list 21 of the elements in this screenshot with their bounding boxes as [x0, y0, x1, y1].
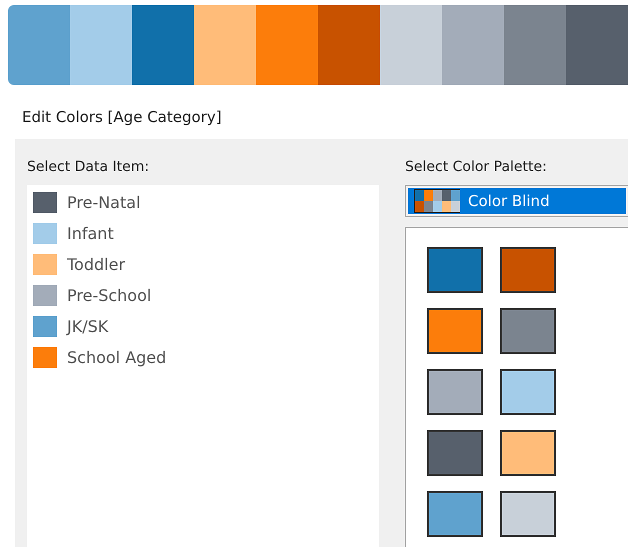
- data-item[interactable]: School Aged: [67, 346, 166, 370]
- data-item[interactable]: JK/SK: [67, 314, 108, 338]
- data-item[interactable]: Toddler: [67, 252, 126, 276]
- color-swatch[interactable]: [500, 247, 556, 293]
- color-swatch[interactable]: [427, 308, 483, 354]
- palette-dropdown[interactable]: Color Blind: [405, 185, 628, 217]
- data-item[interactable]: Pre-Natal: [67, 190, 141, 214]
- palette-label: Select Color Palette:: [405, 158, 548, 177]
- color-swatch[interactable]: [427, 430, 483, 476]
- color-swatch[interactable]: [500, 308, 556, 354]
- color-swatch[interactable]: [500, 369, 556, 415]
- color-swatch[interactable]: [427, 369, 483, 415]
- color-swatch[interactable]: [427, 491, 483, 537]
- color-swatch[interactable]: [500, 491, 556, 537]
- color-swatch[interactable]: [427, 247, 483, 293]
- data-item-label: Select Data Item:: [27, 158, 150, 177]
- color-swatch[interactable]: [500, 430, 556, 476]
- data-item[interactable]: Infant: [67, 222, 114, 246]
- dialog-title: Edit Colors [Age Category]: [22, 107, 223, 127]
- palette-icon: [414, 189, 460, 213]
- data-item[interactable]: Pre-School: [67, 284, 152, 308]
